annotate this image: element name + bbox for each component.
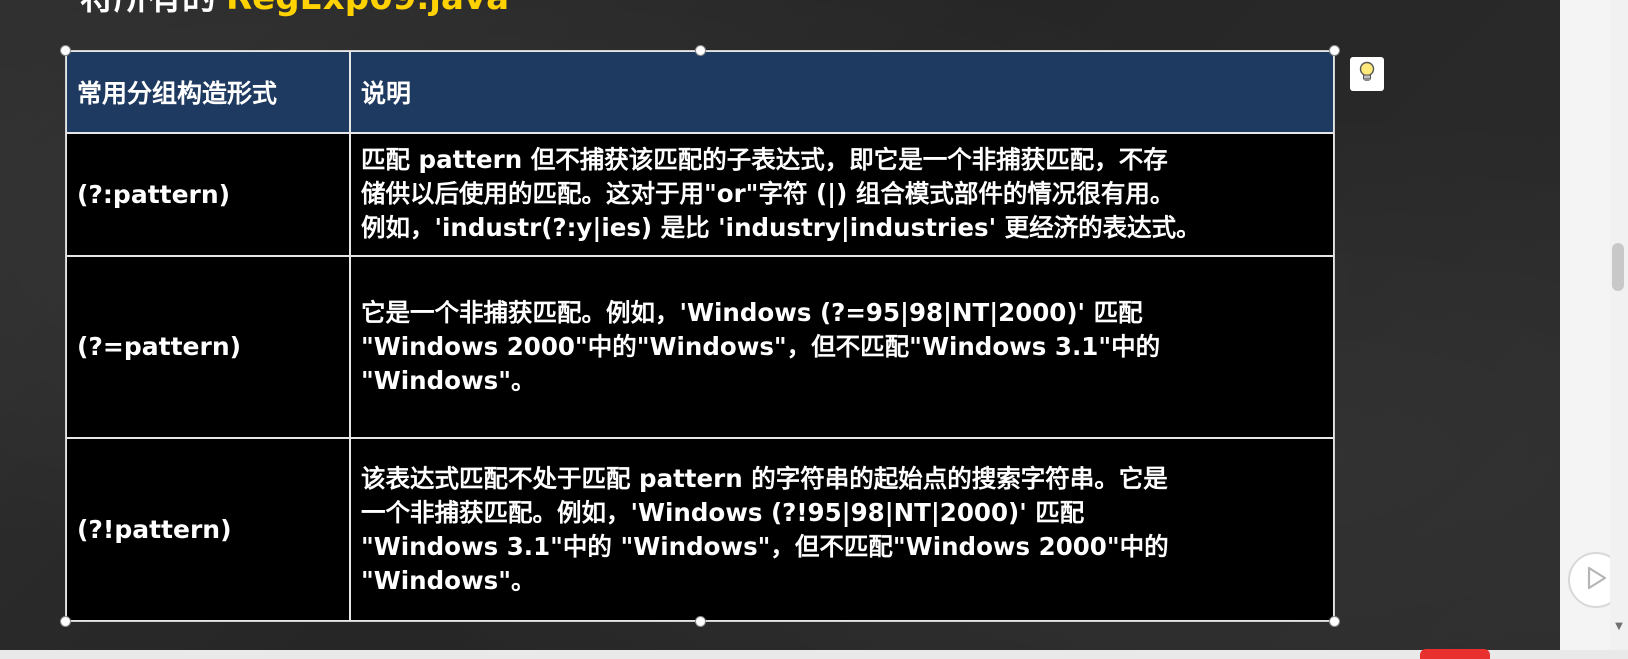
resize-handle-top-right[interactable] bbox=[1329, 45, 1340, 56]
chevron-down-icon[interactable]: ▼ bbox=[1612, 620, 1626, 634]
cell-description: 匹配 pattern 但不捕获该匹配的子表达式，即它是一个非捕获匹配，不存 储供… bbox=[349, 132, 1335, 257]
table-row: (?:pattern) 匹配 pattern 但不捕获该匹配的子表达式，即它是一… bbox=[65, 132, 1335, 257]
grouping-constructs-table[interactable]: 常用分组构造形式 说明 (?:pattern) 匹配 pattern 但不捕获该… bbox=[65, 50, 1335, 622]
resize-handle-top-middle[interactable] bbox=[695, 45, 706, 56]
cell-construct-form: (?=pattern) bbox=[65, 254, 351, 440]
scrollbar-thumb[interactable] bbox=[1612, 243, 1624, 291]
description-line: "Windows 3.1"中的 "Windows"，但不匹配"Windows 2… bbox=[361, 531, 1169, 561]
description-line: "Windows 2000"中的"Windows"，但不匹配"Windows 3… bbox=[361, 331, 1161, 361]
table-row: (?=pattern) 它是一个非捕获匹配。例如，'Windows (?=95|… bbox=[65, 254, 1335, 440]
cell-construct-form: (?!pattern) bbox=[65, 437, 351, 622]
slide-title-filename: RegExp09.java bbox=[226, 0, 509, 18]
table-header-row: 常用分组构造形式 说明 bbox=[65, 50, 1335, 134]
vertical-scrollbar[interactable] bbox=[1610, 0, 1628, 659]
design-ideas-button[interactable] bbox=[1350, 57, 1384, 91]
play-icon bbox=[1584, 565, 1608, 595]
slide-title: 将所有的 RegExp09.java bbox=[80, 0, 509, 18]
header-grouping-form: 常用分组构造形式 bbox=[65, 50, 351, 134]
lightbulb-icon bbox=[1357, 61, 1377, 87]
header-description: 说明 bbox=[349, 50, 1335, 134]
cell-description: 该表达式匹配不处于匹配 pattern 的字符串的起始点的搜索字符串。它是 一个… bbox=[349, 437, 1335, 622]
description-line: 例如，'industr(?:y|ies) 是比 'industry|indust… bbox=[361, 213, 1201, 243]
description-line: 匹配 pattern 但不捕获该匹配的子表达式，即它是一个非捕获匹配，不存 bbox=[361, 145, 1168, 175]
slide-title-prefix: 将所有的 bbox=[80, 0, 216, 18]
description-line: 该表达式匹配不处于匹配 pattern 的字符串的起始点的搜索字符串。它是 bbox=[361, 463, 1168, 493]
red-badge[interactable] bbox=[1420, 649, 1490, 659]
resize-handle-bottom-middle[interactable] bbox=[695, 616, 706, 627]
description-line: "Windows"。 bbox=[361, 565, 536, 595]
bottom-bar bbox=[0, 650, 1628, 659]
description-line: 一个非捕获匹配。例如，'Windows (?!95|98|NT|2000)' 匹… bbox=[361, 497, 1085, 527]
table-row: (?!pattern) 该表达式匹配不处于匹配 pattern 的字符串的起始点… bbox=[65, 437, 1335, 622]
resize-handle-bottom-right[interactable] bbox=[1329, 616, 1340, 627]
description-line: 它是一个非捕获匹配。例如，'Windows (?=95|98|NT|2000)'… bbox=[361, 297, 1143, 327]
slide-canvas: 将所有的 RegExp09.java 常用分组构造形式 说明 (?:pattern… bbox=[0, 0, 1560, 650]
cell-construct-form: (?:pattern) bbox=[65, 132, 351, 257]
cell-description: 它是一个非捕获匹配。例如，'Windows (?=95|98|NT|2000)'… bbox=[349, 254, 1335, 440]
resize-handle-bottom-left[interactable] bbox=[60, 616, 71, 627]
resize-handle-top-left[interactable] bbox=[60, 45, 71, 56]
description-line: 储供以后使用的匹配。这对于用"or"字符 (|) 组合模式部件的情况很有用。 bbox=[361, 179, 1175, 209]
description-line: "Windows"。 bbox=[361, 365, 536, 395]
